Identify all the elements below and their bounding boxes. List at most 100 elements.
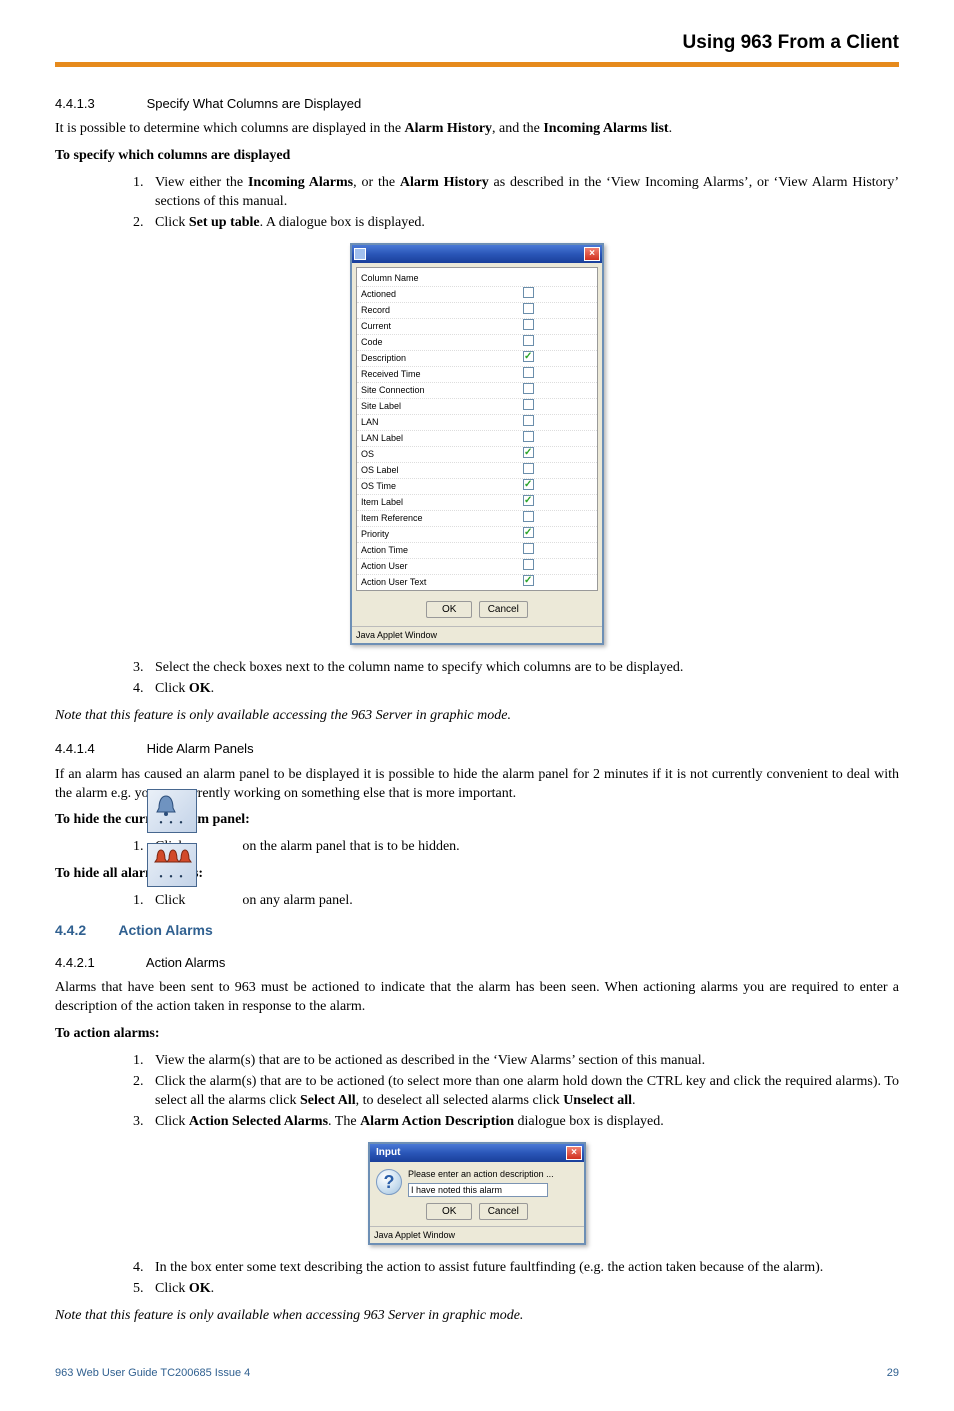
column-visibility-checkbox[interactable] bbox=[523, 319, 534, 330]
column-visibility-checkbox[interactable] bbox=[523, 479, 534, 490]
checkbox-cell bbox=[523, 303, 593, 318]
column-visibility-checkbox[interactable] bbox=[523, 543, 534, 554]
footer-left: 963 Web User Guide TC200685 Issue 4 bbox=[55, 1366, 250, 1381]
dialog-message: Please enter an action description ... bbox=[408, 1168, 554, 1180]
column-visibility-checkbox[interactable] bbox=[523, 431, 534, 442]
table-row: OS bbox=[357, 446, 597, 462]
column-visibility-checkbox[interactable] bbox=[523, 383, 534, 394]
cancel-button[interactable]: Cancel bbox=[479, 601, 528, 619]
header-divider bbox=[55, 62, 899, 67]
checkbox-cell bbox=[523, 367, 593, 382]
column-name-cell: Item Label bbox=[361, 496, 523, 509]
column-name-cell: Site Connection bbox=[361, 384, 523, 397]
column-name-cell: Record bbox=[361, 304, 523, 317]
column-name-cell: Code bbox=[361, 336, 523, 349]
column-visibility-checkbox[interactable] bbox=[523, 367, 534, 378]
column-visibility-checkbox[interactable] bbox=[523, 511, 534, 522]
status-bar: Java Applet Window bbox=[370, 1226, 584, 1243]
checkbox-cell bbox=[523, 495, 593, 510]
text: , or the bbox=[353, 175, 400, 190]
close-icon[interactable]: × bbox=[584, 247, 600, 261]
dialog-titlebar: × bbox=[352, 245, 602, 263]
column-name-cell: Received Time bbox=[361, 368, 523, 381]
list-item: • • • Click on any alarm panel. bbox=[147, 848, 899, 911]
column-visibility-checkbox[interactable] bbox=[523, 447, 534, 458]
column-visibility-checkbox[interactable] bbox=[523, 559, 534, 570]
text-bold: Alarm Action Description bbox=[360, 1114, 514, 1129]
ok-button[interactable]: OK bbox=[426, 1203, 472, 1221]
column-visibility-checkbox[interactable] bbox=[523, 495, 534, 506]
column-visibility-checkbox[interactable] bbox=[523, 399, 534, 410]
column-name-cell: Description bbox=[361, 352, 523, 365]
column-name-cell: Priority bbox=[361, 528, 523, 541]
column-visibility-checkbox[interactable] bbox=[523, 303, 534, 314]
column-name-cell: Action User Text bbox=[361, 576, 523, 589]
page-footer: 963 Web User Guide TC200685 Issue 4 29 bbox=[55, 1366, 899, 1381]
checkbox-cell bbox=[523, 463, 593, 478]
text: Click bbox=[155, 215, 189, 230]
text: . bbox=[211, 681, 215, 696]
list-item: Click Action Selected Alarms. The Alarm … bbox=[147, 1113, 899, 1132]
procedure-list-continued: In the box enter some text describing th… bbox=[55, 1259, 899, 1299]
dialog-title: Input bbox=[372, 1146, 566, 1160]
table-row: Current bbox=[357, 318, 597, 334]
text: Click bbox=[155, 1281, 189, 1296]
column-visibility-checkbox[interactable] bbox=[523, 463, 534, 474]
text: , to deselect all selected alarms click bbox=[356, 1093, 564, 1108]
procedure-list: View either the Incoming Alarms, or the … bbox=[55, 174, 899, 233]
heading-number: 4.4.1.3 bbox=[55, 95, 143, 113]
checkbox-cell bbox=[523, 319, 593, 334]
ok-button[interactable]: OK bbox=[426, 601, 472, 619]
intro-paragraph: Alarms that have been sent to 963 must b… bbox=[55, 979, 899, 1017]
text: , and the bbox=[492, 121, 543, 136]
text-bold: Unselect all bbox=[563, 1093, 632, 1108]
procedure-list-continued: Select the check boxes next to the colum… bbox=[55, 659, 899, 699]
table-row: OS Time bbox=[357, 478, 597, 494]
checkbox-cell bbox=[523, 559, 593, 574]
list-item: Click the alarm(s) that are to be action… bbox=[147, 1073, 899, 1111]
column-visibility-checkbox[interactable] bbox=[523, 287, 534, 298]
table-header: Column Name bbox=[357, 268, 597, 286]
text-bold: Set up table bbox=[189, 215, 260, 230]
column-name-cell: Item Reference bbox=[361, 512, 523, 525]
close-icon[interactable]: × bbox=[566, 1146, 582, 1160]
note-paragraph: Note that this feature is only available… bbox=[55, 707, 899, 726]
table-row: Site Label bbox=[357, 398, 597, 414]
heading-number: 4.4.2.1 bbox=[55, 954, 143, 972]
cancel-button[interactable]: Cancel bbox=[479, 1203, 528, 1221]
column-visibility-checkbox[interactable] bbox=[523, 335, 534, 346]
text: It is possible to determine which column… bbox=[55, 121, 405, 136]
column-name-cell: Action User bbox=[361, 560, 523, 573]
table-row: Priority bbox=[357, 526, 597, 542]
column-name-cell: Current bbox=[361, 320, 523, 333]
column-visibility-checkbox[interactable] bbox=[523, 527, 534, 538]
list-item: Select the check boxes next to the colum… bbox=[147, 659, 899, 678]
text-bold: Select All bbox=[300, 1093, 356, 1108]
procedure-list: • • • Click on any alarm panel. bbox=[55, 848, 899, 911]
text: View either the bbox=[155, 175, 248, 190]
column-name-cell: OS bbox=[361, 448, 523, 461]
heading-text: Action Alarms bbox=[146, 955, 225, 970]
heading-text: Action Alarms bbox=[118, 922, 212, 938]
checkbox-cell bbox=[523, 431, 593, 446]
heading-4-4-1-3: 4.4.1.3 Specify What Columns are Display… bbox=[55, 95, 899, 113]
action-description-input[interactable] bbox=[408, 1183, 548, 1197]
footer-page-number: 29 bbox=[887, 1366, 899, 1381]
column-name-cell: LAN bbox=[361, 416, 523, 429]
hide-all-alarms-icon[interactable]: • • • bbox=[147, 843, 197, 887]
column-visibility-checkbox[interactable] bbox=[523, 351, 534, 362]
column-setup-dialog: × Column Name ActionedRecordCurrentCodeD… bbox=[350, 243, 604, 646]
column-header-check bbox=[523, 272, 593, 284]
table-row: Received Time bbox=[357, 366, 597, 382]
app-icon bbox=[354, 248, 366, 260]
checkbox-cell bbox=[523, 479, 593, 494]
dialog-buttons: OK Cancel bbox=[376, 1203, 578, 1221]
column-visibility-checkbox[interactable] bbox=[523, 575, 534, 586]
list-item: View the alarm(s) that are to be actione… bbox=[147, 1052, 899, 1071]
checkbox-cell bbox=[523, 511, 593, 526]
column-visibility-checkbox[interactable] bbox=[523, 415, 534, 426]
text: on any alarm panel. bbox=[242, 893, 352, 908]
text-bold: Alarm History bbox=[405, 121, 492, 136]
table-row: Action User bbox=[357, 558, 597, 574]
hide-single-alarm-icon[interactable]: • • • bbox=[147, 789, 197, 833]
